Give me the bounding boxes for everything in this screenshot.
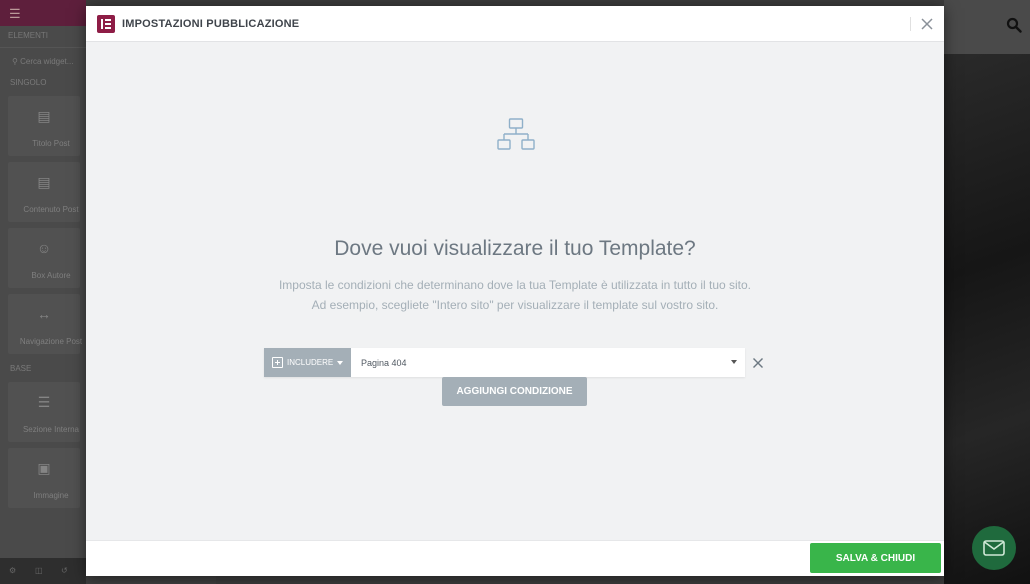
caret-down-icon bbox=[337, 360, 344, 365]
chat-button bbox=[972, 526, 1016, 570]
author-icon: ☺ bbox=[36, 240, 52, 256]
modal-footer: SALVA & CHIUDI bbox=[86, 540, 944, 576]
category-base: BASE bbox=[10, 364, 32, 373]
modal-header: IMPOSTAZIONI PUBBLICAZIONE bbox=[86, 6, 944, 42]
search-icon: ⚲ bbox=[12, 57, 18, 66]
layers-icon: ◫ bbox=[35, 566, 43, 575]
image-icon: ▣ bbox=[37, 460, 51, 476]
inner-section-icon: ☰ bbox=[37, 394, 51, 410]
menu-icon: ☰ bbox=[9, 6, 21, 21]
navigation-icon: ↔ bbox=[37, 306, 51, 322]
publish-settings-modal: IMPOSTAZIONI PUBBLICAZIONE Dove vuoi vis… bbox=[86, 6, 944, 576]
preview-area bbox=[944, 0, 1030, 584]
widget-author-box: ☺ Box Autore bbox=[8, 228, 80, 288]
condition-value-select[interactable]: Pagina 404 bbox=[351, 348, 745, 377]
settings-icon: ⚙ bbox=[9, 566, 17, 575]
widget-label: Immagine bbox=[33, 491, 69, 500]
widget-label: Sezione Interna bbox=[22, 425, 80, 434]
widget-post-navigation: ↔ Navigazione Post bbox=[8, 294, 82, 354]
preview-image bbox=[944, 54, 1030, 584]
sitemap-icon bbox=[497, 118, 535, 150]
mail-icon bbox=[983, 540, 1005, 556]
modal-headline: Dove vuoi visualizzare il tuo Template? bbox=[334, 237, 696, 260]
widget-inner-section: ☰ Sezione Interna bbox=[8, 382, 80, 442]
elementor-logo bbox=[97, 15, 115, 33]
widget-post-content: ▤ Contenuto Post bbox=[8, 162, 80, 222]
save-and-close-button[interactable]: SALVA & CHIUDI bbox=[810, 543, 941, 573]
widget-image: ▣ Immagine bbox=[8, 448, 80, 508]
add-condition-button[interactable]: AGGIUNGI CONDIZIONE bbox=[442, 377, 587, 406]
category-single: SINGOLO bbox=[10, 78, 47, 87]
condition-row: INCLUDERE Pagina 404 bbox=[264, 348, 745, 377]
include-type-label: INCLUDERE bbox=[287, 358, 334, 367]
content-icon: ▤ bbox=[37, 174, 51, 190]
editor-bottom-strip bbox=[86, 575, 216, 584]
widget-label: Box Autore bbox=[31, 271, 71, 280]
condition-value: Pagina 404 bbox=[361, 357, 407, 368]
modal-description: Imposta le condizioni che determinano do… bbox=[278, 278, 752, 292]
modal-description-example: Ad esempio, scegliete "Intero sito" per … bbox=[311, 298, 719, 312]
widget-post-title: ▤ Titolo Post bbox=[8, 96, 80, 156]
history-icon: ↺ bbox=[61, 566, 68, 575]
editor-tabs: ELEMENTI bbox=[0, 26, 86, 48]
editor-footer: ⚙ ◫ ↺ bbox=[0, 558, 86, 584]
caret-down-icon bbox=[731, 360, 737, 364]
remove-condition-icon[interactable] bbox=[752, 357, 764, 369]
widget-search: ⚲ Cerca widget... bbox=[0, 48, 86, 74]
header-divider bbox=[910, 17, 911, 31]
modal-title: IMPOSTAZIONI PUBBLICAZIONE bbox=[122, 18, 300, 30]
widget-label: Contenuto Post bbox=[23, 205, 79, 214]
title-icon: ▤ bbox=[37, 108, 51, 124]
search-icon bbox=[1006, 17, 1022, 33]
widget-search-placeholder: Cerca widget... bbox=[20, 57, 74, 66]
plus-icon bbox=[272, 357, 283, 368]
include-type-select[interactable]: INCLUDERE bbox=[264, 348, 351, 377]
close-icon[interactable] bbox=[920, 17, 934, 31]
editor-topbar: ☰ bbox=[0, 0, 86, 26]
widget-label: Navigazione Post bbox=[19, 337, 83, 346]
preview-header bbox=[944, 0, 1030, 54]
modal-body: Dove vuoi visualizzare il tuo Template? … bbox=[86, 42, 944, 540]
tab-elements: ELEMENTI bbox=[8, 31, 49, 40]
widget-label: Titolo Post bbox=[32, 139, 70, 148]
editor-panel: ☰ ELEMENTI ⚲ Cerca widget... SINGOLO ▤ T… bbox=[0, 0, 86, 584]
